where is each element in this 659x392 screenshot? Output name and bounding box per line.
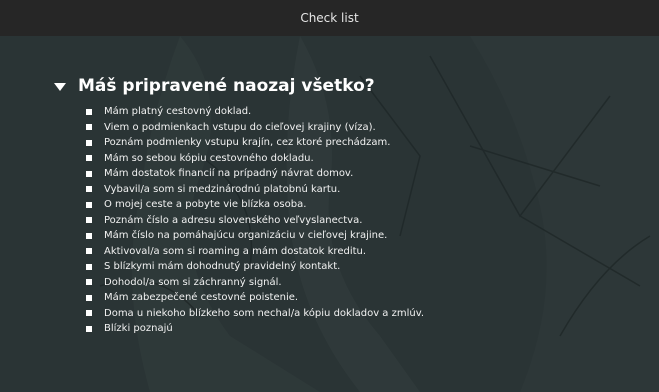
square-bullet-icon xyxy=(86,124,92,131)
checklist-item: Doma u niekoho blízkeho som nechal/a kóp… xyxy=(86,306,639,322)
checklist-item-label: Mám so sebou kópiu cestovného dokladu. xyxy=(104,152,314,164)
checklist-item-label: Blízki poznajú xyxy=(104,323,173,335)
caret-down-icon[interactable] xyxy=(54,83,66,91)
square-bullet-icon xyxy=(86,170,92,177)
checklist-item-label: O mojej ceste a pobyte vie blízka osoba. xyxy=(104,199,307,211)
checklist-item-label: Vybavil/a som si medzinárodnú platobnú k… xyxy=(104,183,341,195)
square-bullet-icon xyxy=(86,186,92,193)
checklist-item: Vybavil/a som si medzinárodnú platobnú k… xyxy=(86,182,639,198)
checklist-item: Mám číslo na pomáhajúcu organizáciu v ci… xyxy=(86,228,639,244)
checklist-item: Mám dostatok financií na prípadný návrat… xyxy=(86,166,639,182)
square-bullet-icon xyxy=(86,232,92,239)
square-bullet-icon xyxy=(86,310,92,317)
checklist-item: Poznám podmienky vstupu krajín, cez ktor… xyxy=(86,135,639,151)
checklist-item-label: S blízkymi mám dohodnutý pravidelný kont… xyxy=(104,261,341,273)
window-title: Check list xyxy=(0,0,659,36)
checklist-content: Máš pripravené naozaj všetko? Mám platný… xyxy=(54,72,639,337)
checklist-item: Poznám číslo a adresu slovenského veľvys… xyxy=(86,213,639,229)
checklist-item-label: Viem o podmienkach vstupu do cieľovej kr… xyxy=(104,121,376,133)
checklist-item: Dohodol/a som si záchranný signál. xyxy=(86,275,639,291)
square-bullet-icon xyxy=(86,155,92,162)
square-bullet-icon xyxy=(86,217,92,224)
checklist-item-label: Aktivoval/a som si roaming a mám dostato… xyxy=(104,245,367,257)
checklist-heading: Máš pripravené naozaj všetko? xyxy=(78,76,375,96)
checklist-item-label: Mám číslo na pomáhajúcu organizáciu v ci… xyxy=(104,230,388,242)
checklist-items: Mám platný cestovný doklad. Viem o podmi… xyxy=(86,104,639,337)
checklist-item: Aktivoval/a som si roaming a mám dostato… xyxy=(86,244,639,260)
checklist-item-label: Mám platný cestovný doklad. xyxy=(104,106,252,118)
square-bullet-icon xyxy=(86,108,92,115)
checklist-item-label: Poznám podmienky vstupu krajín, cez ktor… xyxy=(104,137,391,149)
checklist-item: Mám platný cestovný doklad. xyxy=(86,104,639,120)
checklist-heading-toggle[interactable]: Máš pripravené naozaj všetko? xyxy=(54,72,639,100)
checklist-item: Viem o podmienkach vstupu do cieľovej kr… xyxy=(86,120,639,136)
square-bullet-icon xyxy=(86,139,92,146)
checklist-item-label: Mám zabezpečené cestovné poistenie. xyxy=(104,292,299,304)
checklist-item-label: Mám dostatok financií na prípadný návrat… xyxy=(104,168,354,180)
square-bullet-icon xyxy=(86,279,92,286)
checklist-item-label: Poznám číslo a adresu slovenského veľvys… xyxy=(104,214,363,226)
checklist-item-label: Doma u niekoho blízkeho som nechal/a kóp… xyxy=(104,307,425,319)
checklist-item-label: Dohodol/a som si záchranný signál. xyxy=(104,276,282,288)
checklist-item: Mám zabezpečené cestovné poistenie. xyxy=(86,290,639,306)
square-bullet-icon xyxy=(86,201,92,208)
square-bullet-icon xyxy=(86,294,92,301)
checklist-item: S blízkymi mám dohodnutý pravidelný kont… xyxy=(86,259,639,275)
checklist-window: Check list Máš pripravené naozaj všetko?… xyxy=(0,0,659,392)
square-bullet-icon xyxy=(86,325,92,332)
square-bullet-icon xyxy=(86,248,92,255)
checklist-item: O mojej ceste a pobyte vie blízka osoba. xyxy=(86,197,639,213)
checklist-item: Mám so sebou kópiu cestovného dokladu. xyxy=(86,151,639,167)
square-bullet-icon xyxy=(86,263,92,270)
checklist-item: Blízki poznajú xyxy=(86,321,639,337)
